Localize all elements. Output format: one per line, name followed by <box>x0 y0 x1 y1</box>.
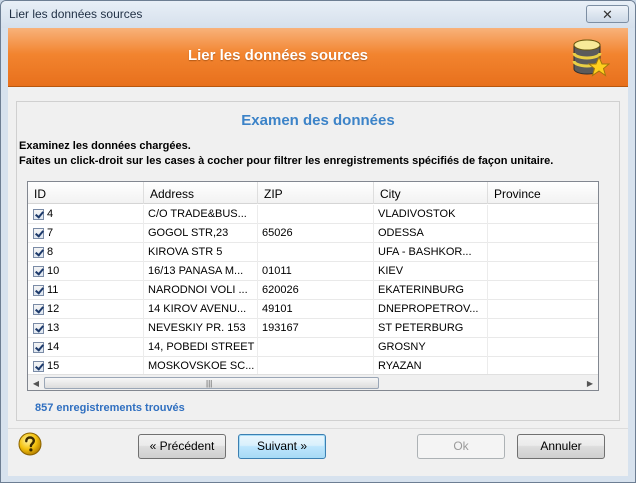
close-button[interactable]: ✕ <box>586 5 629 23</box>
table-row[interactable]: 11 NARODNOI VOLI ... 620026 EKATERINBURG <box>28 281 598 300</box>
column-header-zip[interactable]: ZIP <box>258 182 374 204</box>
column-header-province[interactable]: Province <box>488 182 598 204</box>
instruction-line-2: Faites un click-droit sur les cases à co… <box>19 155 554 167</box>
cell-zip: 65026 <box>258 224 374 243</box>
cell-zip <box>258 205 374 224</box>
row-checkbox[interactable] <box>33 304 44 315</box>
window-title: Lier les données sources <box>9 7 143 21</box>
cell-province <box>488 319 598 338</box>
row-checkbox[interactable] <box>33 209 44 220</box>
cell-province <box>488 338 598 357</box>
cell-address: 14, POBEDI STREET <box>144 338 258 357</box>
cell-address: 14 KIROV AVENU... <box>144 300 258 319</box>
banner: Lier les données sources <box>8 28 628 87</box>
column-header-id[interactable]: ID <box>28 182 144 204</box>
cell-city: ODESSA <box>374 224 488 243</box>
records-count: 857 enregistrements trouvés <box>35 402 185 414</box>
cell-province <box>488 281 598 300</box>
cell-address: 16/13 PANASA M... <box>144 262 258 281</box>
cell-id: 8 <box>47 246 54 258</box>
cell-zip: 620026 <box>258 281 374 300</box>
cell-zip: 49101 <box>258 300 374 319</box>
row-checkbox[interactable] <box>33 342 44 353</box>
scroll-right-icon[interactable]: ▶ <box>582 375 598 390</box>
cell-id: 13 <box>47 322 60 334</box>
cell-id: 7 <box>47 227 54 239</box>
cell-address: NARODNOI VOLI ... <box>144 281 258 300</box>
next-button[interactable]: Suivant » <box>238 434 326 459</box>
cell-province <box>488 262 598 281</box>
records-count-label: enregistrements trouvés <box>53 402 185 414</box>
close-icon: ✕ <box>602 6 613 22</box>
records-count-value: 857 <box>35 402 54 414</box>
instruction-line-1: Examinez les données chargées. <box>19 140 191 152</box>
cell-province <box>488 205 598 224</box>
table-row[interactable]: 8 KIROVA STR 5 UFA - BASHKOR... <box>28 243 598 262</box>
cancel-button[interactable]: Annuler <box>517 434 605 459</box>
previous-button[interactable]: « Précédent <box>138 434 226 459</box>
scroll-left-icon[interactable]: ◀ <box>28 375 44 390</box>
cell-city: DNEPROPETROV... <box>374 300 488 319</box>
row-checkbox[interactable] <box>33 323 44 334</box>
cell-city: EKATERINBURG <box>374 281 488 300</box>
banner-title: Lier les données sources <box>187 47 369 64</box>
table-row[interactable]: 14 14, POBEDI STREET GROSNY <box>28 338 598 357</box>
ok-button[interactable]: Ok <box>417 434 505 459</box>
cell-zip <box>258 338 374 357</box>
cell-address: KIROVA STR 5 <box>144 243 258 262</box>
cell-address: NEVESKIY PR. 153 <box>144 319 258 338</box>
table-row[interactable]: 13 NEVESKIY PR. 153 193167 ST PETERBURG <box>28 319 598 338</box>
horizontal-scrollbar[interactable]: ◀ ||| ▶ <box>28 374 598 390</box>
cell-id: 4 <box>47 208 54 220</box>
row-checkbox[interactable] <box>33 361 44 372</box>
grid-header: ID Address ZIP City Province <box>28 182 598 204</box>
cell-zip: 193167 <box>258 319 374 338</box>
cell-province <box>488 243 598 262</box>
cell-address: C/O TRADE&BUS... <box>144 205 258 224</box>
cell-city: ST PETERBURG <box>374 319 488 338</box>
cell-city: UFA - BASHKOR... <box>374 243 488 262</box>
footer-divider <box>8 428 628 429</box>
help-icon[interactable] <box>18 432 42 456</box>
scroll-thumb[interactable]: ||| <box>44 377 379 389</box>
row-checkbox[interactable] <box>33 285 44 296</box>
row-checkbox[interactable] <box>33 228 44 239</box>
cell-id: 14 <box>47 341 60 353</box>
cell-address: GOGOL STR,23 <box>144 224 258 243</box>
cell-zip: 01011 <box>258 262 374 281</box>
database-star-icon <box>572 39 610 77</box>
cell-province <box>488 300 598 319</box>
table-row[interactable]: 4 C/O TRADE&BUS... VLADIVOSTOK <box>28 205 598 224</box>
grip-icon: ||| <box>206 379 213 388</box>
cell-id: 10 <box>47 265 60 277</box>
cell-id: 11 <box>47 284 59 296</box>
row-checkbox[interactable] <box>33 266 44 277</box>
cell-id: 12 <box>47 303 60 315</box>
column-header-address[interactable]: Address <box>144 182 258 204</box>
table-row[interactable]: 12 14 KIROV AVENU... 49101 DNEPROPETROV.… <box>28 300 598 319</box>
section-title: Examen des données <box>241 112 395 129</box>
row-checkbox[interactable] <box>33 247 44 258</box>
table-row[interactable]: 7 GOGOL STR,23 65026 ODESSA <box>28 224 598 243</box>
cell-id: 15 <box>47 360 60 372</box>
cell-province <box>488 224 598 243</box>
cell-zip <box>258 243 374 262</box>
cell-city: KIEV <box>374 262 488 281</box>
table-row[interactable]: 10 16/13 PANASA M... 01011 KIEV <box>28 262 598 281</box>
cell-city: VLADIVOSTOK <box>374 205 488 224</box>
cell-city: GROSNY <box>374 338 488 357</box>
data-grid[interactable]: ID Address ZIP City Province 4 C/O TRADE… <box>27 181 599 391</box>
dialog-body: Lier les données sources Examen des donn… <box>8 28 628 476</box>
title-bar[interactable]: Lier les données sources ✕ <box>1 1 635 28</box>
dialog-window: Lier les données sources ✕ Lier les donn… <box>0 0 636 483</box>
column-header-city[interactable]: City <box>374 182 488 204</box>
